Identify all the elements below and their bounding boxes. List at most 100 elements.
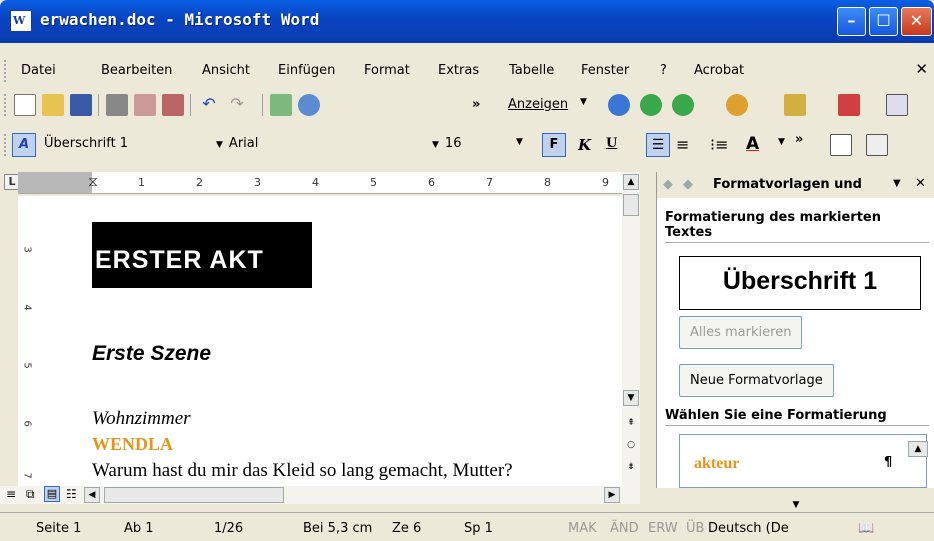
show-dropdown-arrow-icon[interactable]: ▼	[580, 97, 587, 107]
next-page-icon[interactable]: ⇟	[623, 460, 639, 476]
close-window-button[interactable]: ✕	[901, 7, 932, 36]
style-list-item[interactable]: akteur	[694, 455, 739, 473]
place-text[interactable]: Wohnzimmer	[92, 408, 191, 430]
copy-icon[interactable]	[134, 94, 156, 116]
bold-button[interactable]: F	[542, 133, 566, 157]
bullet-list-icon[interactable]: ⁝≡	[710, 135, 729, 154]
status-track-changes[interactable]: ÄND	[610, 521, 639, 536]
font-color-icon[interactable]: A	[746, 134, 759, 154]
save-icon[interactable]	[70, 94, 92, 116]
pane-forward-icon[interactable]: ◆	[683, 177, 693, 192]
status-pages: 1/26	[214, 521, 244, 536]
fontsize-dropdown-icon[interactable]: ▼	[516, 137, 523, 147]
maximize-button[interactable]: ☐	[869, 7, 898, 36]
pane-scroll-down-icon[interactable]: ▼	[657, 500, 934, 512]
pdf-create-icon[interactable]	[830, 134, 852, 156]
pdf-icon[interactable]	[886, 94, 908, 116]
pdf-mail-icon[interactable]	[866, 134, 888, 156]
menu-extras[interactable]: Extras	[438, 63, 479, 78]
web-view-icon[interactable]: ⧉	[26, 487, 35, 502]
menu-ansicht[interactable]: Ansicht	[202, 63, 250, 78]
fontsize-combo[interactable]: ▼ 16	[428, 134, 528, 156]
style-combo[interactable]: Überschrift 1	[40, 134, 210, 156]
pane-close-icon[interactable]: ✕	[915, 176, 926, 191]
paste-icon[interactable]	[162, 94, 184, 116]
toolbar-overflow-icon[interactable]: »	[795, 132, 803, 147]
print-layout-icon[interactable]: ▤	[44, 486, 60, 502]
favorites-icon[interactable]	[784, 94, 806, 116]
font-combo[interactable]: ▼ Arial	[212, 134, 462, 156]
underline-button[interactable]: U	[606, 136, 617, 151]
normal-view-icon[interactable]: ≡	[6, 487, 16, 501]
scroll-thumb[interactable]	[623, 194, 639, 216]
ruler-number: 7	[21, 472, 33, 479]
toolbar-grip[interactable]	[4, 94, 7, 116]
nav-forward-icon[interactable]	[672, 94, 694, 116]
scroll-right-icon[interactable]: ▶	[604, 487, 620, 503]
close-document-icon[interactable]: ✕	[915, 60, 928, 78]
ruler-margin	[18, 172, 92, 193]
speaker-text[interactable]: WENDLA	[92, 434, 173, 455]
pane-menu-arrow-icon[interactable]: ▼	[893, 178, 901, 189]
undo-icon[interactable]: ↶	[198, 94, 220, 116]
current-style-box[interactable]: Überschrift 1	[679, 256, 921, 310]
minimize-button[interactable]: –	[837, 7, 866, 36]
status-language[interactable]: Deutsch (De	[708, 521, 789, 536]
menu-help[interactable]: ?	[660, 63, 667, 78]
open-folder-icon[interactable]	[42, 94, 64, 116]
scroll-up-icon[interactable]: ▲	[623, 174, 639, 190]
align-center-icon[interactable]: ≡	[676, 135, 689, 154]
font-color-dropdown-icon[interactable]: ▼	[778, 137, 785, 147]
pilcrow-icon: ¶	[884, 455, 893, 470]
toolbar-overflow-icon[interactable]: »	[472, 97, 480, 112]
scene-heading[interactable]: Erste Szene	[92, 342, 211, 366]
title-bar: W erwachen.doc - Microsoft Word – ☐ ✕	[0, 0, 934, 43]
scroll-down-icon[interactable]: ▼	[623, 390, 639, 406]
menu-bearbeiten[interactable]: Bearbeiten	[101, 63, 172, 78]
hscroll-thumb[interactable]	[104, 487, 284, 503]
status-macro[interactable]: MAK	[568, 521, 597, 536]
align-left-icon[interactable]: ☰	[646, 133, 670, 157]
toolbar-grip[interactable]	[4, 134, 7, 156]
status-overtype[interactable]: ÜB	[686, 521, 704, 536]
menu-einfuegen[interactable]: Einfügen	[278, 63, 335, 78]
list-scroll-up-icon[interactable]: ▲	[908, 441, 928, 457]
vertical-scrollbar[interactable]: ▲ ▼ ⇞ ○ ⇟	[622, 172, 640, 488]
styles-pane-icon[interactable]: A	[12, 133, 36, 157]
spellcheck-icon[interactable]: 📖	[858, 521, 874, 536]
highlight-icon[interactable]	[838, 94, 860, 116]
menu-fenster[interactable]: Fenster	[581, 63, 629, 78]
document-area[interactable]: ERSTER AKT Erste Szene Wohnzimmer WENDLA…	[40, 196, 622, 486]
stop-icon[interactable]	[726, 94, 748, 116]
insert-picture-icon[interactable]	[270, 94, 292, 116]
pane-back-icon[interactable]: ◆	[663, 177, 673, 192]
menu-format[interactable]: Format	[364, 63, 410, 78]
browse-object-icon[interactable]: ○	[623, 438, 639, 454]
menu-tabelle[interactable]: Tabelle	[509, 63, 554, 78]
horizontal-ruler[interactable]: L 1 2 3 4 5 6 7 8 9 ⧖	[4, 172, 640, 194]
italic-button[interactable]: K	[578, 136, 591, 154]
web-globe-icon[interactable]	[298, 94, 320, 116]
show-menu-button[interactable]: Anzeigen	[508, 97, 568, 112]
indent-marker-icon[interactable]: ⧖	[88, 174, 98, 190]
select-all-button[interactable]: Alles markieren	[679, 316, 803, 349]
horizontal-scrollbar[interactable]: ≡ ⧉ ▤ ☷ ◀ ▶	[0, 486, 640, 504]
new-style-button[interactable]: Neue Formatvorlage	[679, 364, 834, 397]
word-app-icon[interactable]: W	[10, 10, 32, 32]
menu-acrobat[interactable]: Acrobat	[694, 63, 744, 78]
menu-datei[interactable]: Datei	[21, 63, 56, 78]
prev-page-icon[interactable]: ⇞	[623, 416, 639, 432]
style-list[interactable]: akteur ¶ ▲	[679, 434, 928, 488]
outline-view-icon[interactable]: ☷	[66, 487, 77, 501]
print-icon[interactable]	[106, 94, 128, 116]
nav-prev-icon[interactable]	[608, 94, 630, 116]
status-extend[interactable]: ERW	[648, 521, 678, 536]
act-heading[interactable]: ERSTER AKT	[95, 246, 264, 275]
dialogue-text[interactable]: Warum hast du mir das Kleid so lang gema…	[92, 460, 513, 482]
nav-next-icon[interactable]	[640, 94, 662, 116]
scroll-left-icon[interactable]: ◀	[84, 487, 100, 503]
redo-icon[interactable]: ↷	[226, 94, 248, 116]
menu-grip[interactable]	[4, 60, 7, 82]
pane-title[interactable]: Formatvorlagen und	[713, 177, 862, 192]
new-document-icon[interactable]	[14, 94, 36, 116]
